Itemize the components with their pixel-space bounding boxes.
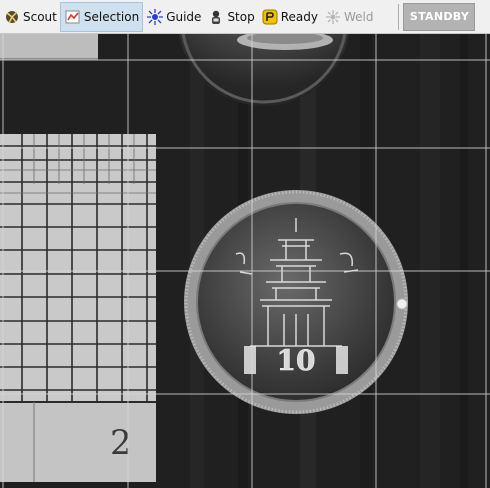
stop-icon: [212, 10, 221, 24]
scout-button[interactable]: Scout: [0, 2, 60, 32]
grid-paper: 2: [0, 134, 156, 488]
selection-icon: [65, 10, 80, 23]
standby-button[interactable]: STANDBY: [403, 2, 476, 31]
weld-icon: [325, 9, 340, 24]
weld-label: Weld: [343, 9, 374, 24]
coin-denomination: 10: [277, 344, 316, 377]
selection-handle[interactable]: [396, 298, 408, 310]
stop-button[interactable]: Stop: [204, 2, 257, 32]
weld-button[interactable]: Weld: [321, 2, 377, 32]
ready-button[interactable]: Ready: [258, 2, 321, 32]
guide-label: Guide: [166, 9, 202, 24]
scout-label: Scout: [23, 9, 57, 24]
scout-icon: [6, 10, 18, 23]
selection-label: Selection: [83, 9, 140, 24]
guide-button[interactable]: Guide: [143, 2, 204, 32]
toolbar: Scout Selection Guide Stop Ready Weld ST…: [0, 0, 490, 34]
selection-button[interactable]: Selection: [59, 1, 144, 32]
toolbar-separator: [398, 3, 400, 30]
paper-edge-top: [0, 34, 98, 58]
ready-label: Ready: [280, 9, 318, 24]
guide-icon: [147, 8, 164, 25]
camera-image: 2 10: [0, 34, 490, 488]
ready-icon: [262, 9, 278, 24]
camera-view[interactable]: 2 10: [0, 34, 490, 488]
coin: 10: [184, 190, 408, 414]
stop-label: Stop: [227, 9, 255, 24]
